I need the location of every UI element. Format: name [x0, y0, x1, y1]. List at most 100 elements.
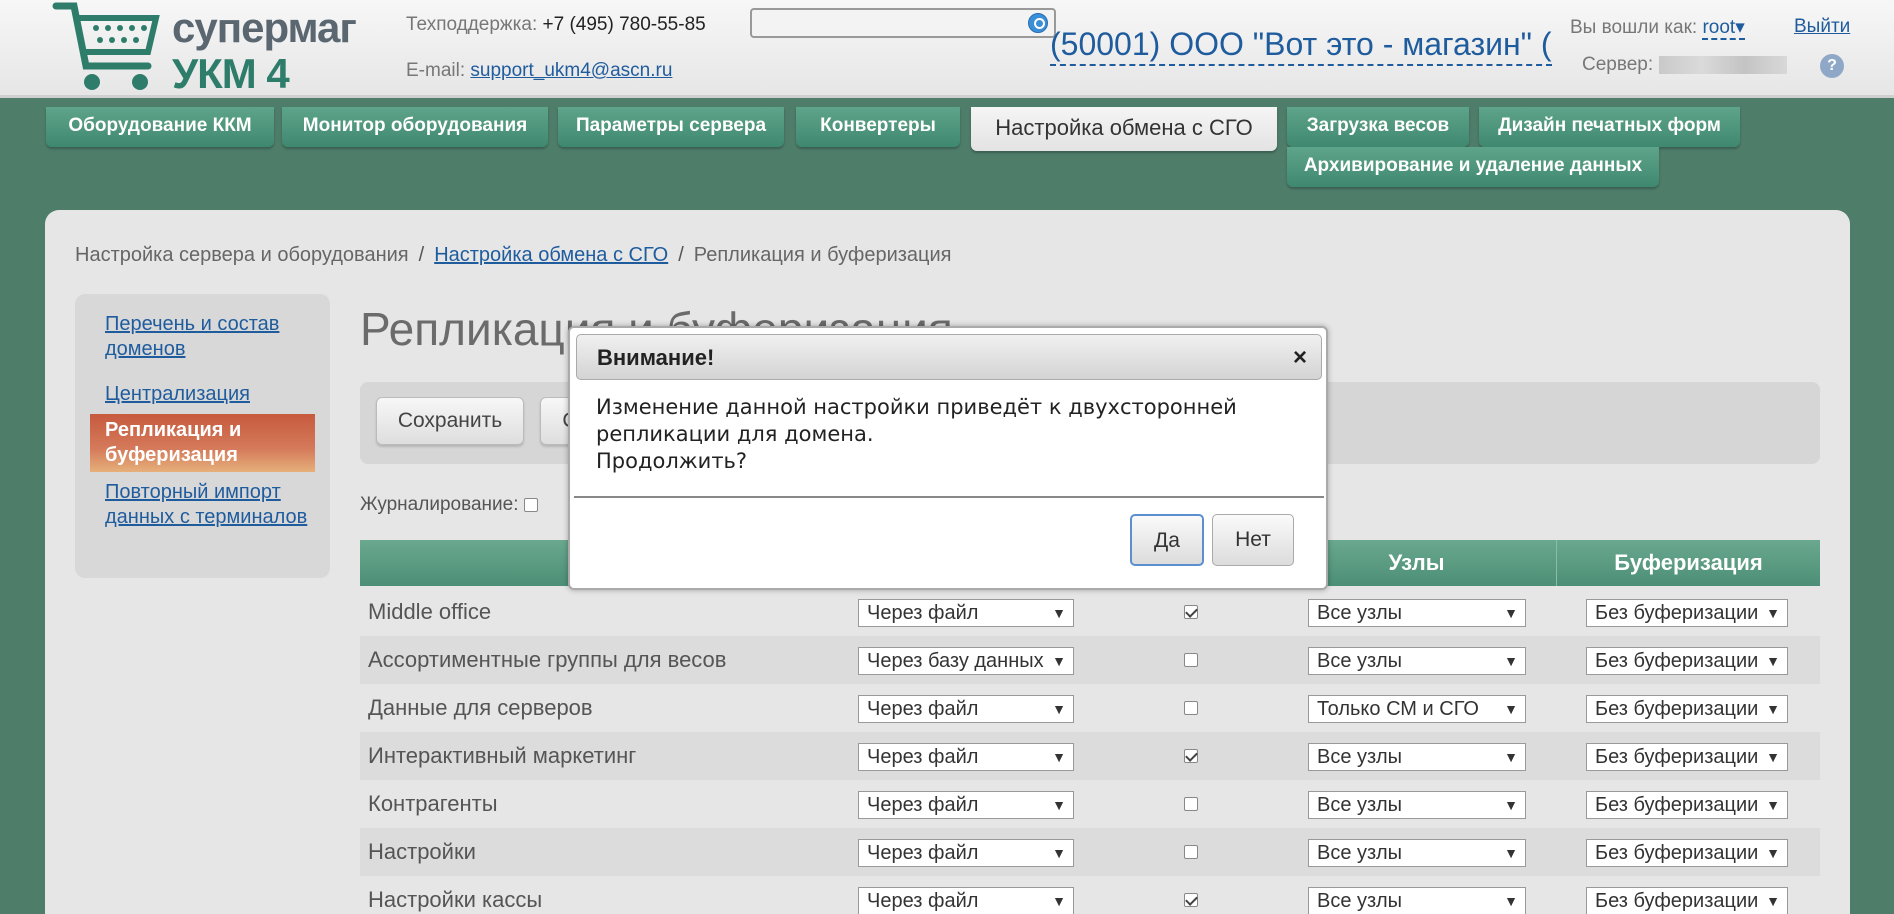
logo-text-product: УКМ 4	[172, 50, 290, 97]
tab-scales-loading[interactable]: Загрузка весов	[1287, 107, 1469, 147]
two-way-checkbox[interactable]	[1184, 893, 1198, 907]
tab-converters[interactable]: Конвертеры	[796, 107, 960, 147]
yes-button[interactable]: Да	[1130, 514, 1204, 566]
domain-name: Настройки кассы	[368, 887, 543, 912]
breadcrumb-separator: /	[418, 244, 425, 266]
email-label: E-mail:	[406, 60, 466, 81]
breadcrumb-parent-link[interactable]: Настройка обмена с СГО	[434, 244, 668, 266]
nodes-select[interactable]: Только СМ и СГО ▼	[1308, 695, 1526, 723]
tab-equipment-monitor[interactable]: Монитор оборудования	[282, 107, 548, 147]
method-value: Через базу данных	[867, 650, 1044, 672]
email-link[interactable]: support_ukm4@ascn.ru	[470, 60, 672, 81]
table-row: Данные для серверов Через файл ▼ Только С…	[360, 684, 1820, 732]
search-icon[interactable]	[1028, 13, 1048, 33]
method-select[interactable]: Через базу данных ▼	[858, 647, 1074, 675]
nodes-select[interactable]: Все узлы ▼	[1308, 743, 1526, 771]
buffering-select[interactable]: Без буферизации ▼	[1586, 839, 1788, 867]
domain-name: Middle office	[368, 599, 492, 624]
method-select[interactable]: Через файл ▼	[858, 839, 1074, 867]
domain-name: Настройки	[368, 839, 476, 864]
logo[interactable]: супермаг УКМ 4	[52, 0, 357, 98]
buffering-select[interactable]: Без буферизации ▼	[1586, 695, 1788, 723]
dropdown-arrow-icon: ▼	[1052, 797, 1066, 813]
tab-sgo-exchange[interactable]: Настройка обмена с СГО	[971, 107, 1277, 151]
cart-icon	[52, 2, 160, 90]
domain-name: Контрагенты	[368, 791, 498, 816]
no-button[interactable]: Нет	[1212, 514, 1294, 566]
server-value-redacted	[1659, 55, 1788, 74]
journaling-option: Журналирование:	[360, 494, 538, 516]
buffering-select[interactable]: Без буферизации ▼	[1586, 599, 1788, 627]
domain-name: Данные для серверов	[368, 695, 593, 720]
two-way-checkbox[interactable]	[1184, 845, 1198, 859]
buffering-select[interactable]: Без буферизации ▼	[1586, 887, 1788, 914]
sidebar-item-centralization[interactable]: Централизация	[105, 382, 315, 407]
buffering-select[interactable]: Без буферизации ▼	[1586, 791, 1788, 819]
breadcrumb-current: Репликация и буферизация	[693, 244, 952, 266]
dropdown-arrow-icon: ▼	[1766, 797, 1780, 813]
dropdown-arrow-icon: ▼	[1052, 893, 1066, 909]
support-phone-value: +7 (495) 780-55-85	[542, 14, 706, 35]
organization-selector[interactable]: (50001) ООО "Вот это - магазин" (...	[1050, 24, 1552, 66]
tab-kkm-equipment[interactable]: Оборудование ККМ	[46, 107, 274, 147]
method-select[interactable]: Через файл ▼	[858, 791, 1074, 819]
nodes-value: Только СМ и СГО	[1317, 698, 1479, 720]
sidebar-item-reimport[interactable]: Повторный импорт данных с терминалов	[105, 480, 315, 530]
buffering-value: Без буферизации	[1595, 890, 1759, 912]
buffering-value: Без буферизации	[1595, 794, 1759, 816]
close-icon[interactable]: ×	[1293, 335, 1307, 381]
dialog-message-line: Изменение данной настройки приведёт к дв…	[596, 395, 1237, 419]
logo-text-brand: супермаг	[172, 4, 357, 51]
nodes-value: Все узлы	[1317, 890, 1403, 912]
breadcrumb-separator: /	[678, 244, 684, 266]
method-select[interactable]: Через файл ▼	[858, 887, 1074, 914]
logout-link[interactable]: Выйти	[1794, 16, 1850, 38]
journaling-checkbox[interactable]	[523, 497, 538, 512]
method-select[interactable]: Через файл ▼	[858, 743, 1074, 771]
nodes-value: Все узлы	[1317, 842, 1403, 864]
sidebar-item-domains[interactable]: Перечень и состав доменов	[105, 312, 315, 362]
journaling-label: Журналирование:	[360, 494, 519, 515]
tab-server-params[interactable]: Параметры сервера	[558, 107, 784, 147]
dropdown-arrow-icon: ▼	[1504, 797, 1518, 813]
buffering-select[interactable]: Без буферизации ▼	[1586, 647, 1788, 675]
buffering-value: Без буферизации	[1595, 746, 1759, 768]
user-dropdown[interactable]: root▾	[1702, 17, 1745, 40]
dropdown-arrow-icon: ▼	[1504, 749, 1518, 765]
table-row: Настройки Через файл ▼ Все узлы ▼ Без буфе…	[360, 828, 1820, 876]
support-label: Техподдержка:	[406, 14, 538, 35]
save-button[interactable]: Сохранить	[376, 397, 524, 445]
buffering-select[interactable]: Без буферизации ▼	[1586, 743, 1788, 771]
method-value: Через файл	[867, 602, 979, 624]
dropdown-arrow-icon: ▼	[1052, 605, 1066, 621]
dialog-titlebar[interactable]: Внимание! ×	[576, 334, 1322, 380]
table-row: Интерактивный маркетинг Через файл ▼ Все …	[360, 732, 1820, 780]
user-name: root	[1702, 17, 1736, 38]
two-way-checkbox[interactable]	[1184, 653, 1198, 667]
nodes-select[interactable]: Все узлы ▼	[1308, 839, 1526, 867]
nodes-select[interactable]: Все узлы ▼	[1308, 887, 1526, 914]
buffering-value: Без буферизации	[1595, 602, 1759, 624]
dropdown-arrow-icon: ▼	[1052, 749, 1066, 765]
sidebar-item-replication[interactable]: Репликация и буферизация	[90, 414, 315, 472]
dropdown-arrow-icon: ▼	[1766, 845, 1780, 861]
nodes-select[interactable]: Все узлы ▼	[1308, 647, 1526, 675]
method-select[interactable]: Через файл ▼	[858, 599, 1074, 627]
nodes-select[interactable]: Все узлы ▼	[1308, 599, 1526, 627]
nodes-select[interactable]: Все узлы ▼	[1308, 791, 1526, 819]
dialog-divider	[574, 496, 1324, 498]
dropdown-arrow-icon: ▼	[1766, 653, 1780, 669]
search-input[interactable]	[750, 8, 1056, 38]
two-way-checkbox[interactable]	[1184, 605, 1198, 619]
two-way-checkbox[interactable]	[1184, 797, 1198, 811]
column-header-buffering: Буферизация	[1556, 540, 1820, 586]
support-email: E-mail: support_ukm4@ascn.ru	[406, 60, 672, 82]
tab-print-design[interactable]: Дизайн печатных форм	[1479, 107, 1740, 147]
dropdown-arrow-icon: ▼	[1504, 893, 1518, 909]
nodes-value: Все узлы	[1317, 794, 1403, 816]
two-way-checkbox[interactable]	[1184, 701, 1198, 715]
method-select[interactable]: Через файл ▼	[858, 695, 1074, 723]
two-way-checkbox[interactable]	[1184, 749, 1198, 763]
tab-archiving[interactable]: Архивирование и удаление данных	[1287, 147, 1659, 187]
help-icon[interactable]: ?	[1820, 54, 1844, 78]
